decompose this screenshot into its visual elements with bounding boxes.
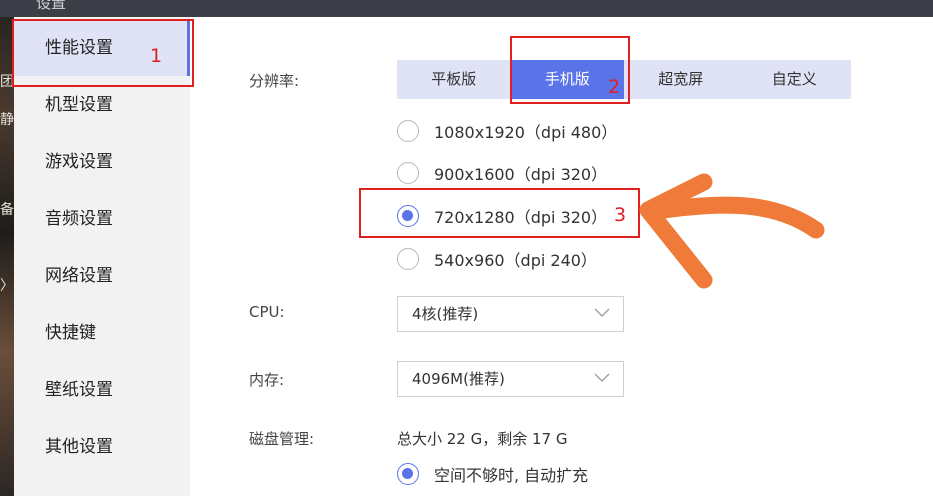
cpu-label: CPU: xyxy=(249,303,285,321)
background-fragment: 团 xyxy=(0,74,14,90)
resolution-tab-group: 平板版 手机版 超宽屏 自定义 xyxy=(397,60,851,99)
resolution-label: 分辨率: xyxy=(249,72,300,90)
radio-button-checked[interactable] xyxy=(397,463,419,485)
resolution-option-720[interactable]: 720x1280（dpi 320） xyxy=(397,203,607,229)
annotation-number-1: 1 xyxy=(150,45,163,67)
cpu-select[interactable]: 4核(推荐) xyxy=(397,296,624,332)
annotation-number-3: 3 xyxy=(614,204,627,226)
resolution-option-1080[interactable]: 1080x1920（dpi 480） xyxy=(397,118,617,144)
memory-select[interactable]: 4096M(推荐) xyxy=(397,361,624,397)
disk-label: 磁盘管理: xyxy=(249,430,315,448)
radio-button[interactable] xyxy=(397,248,419,270)
sidebar-item-shortcuts[interactable]: 快捷键 xyxy=(14,305,190,361)
window-title: 设置 xyxy=(36,0,67,12)
radio-label: 900x1600（dpi 320） xyxy=(434,165,608,184)
radio-button-checked[interactable] xyxy=(397,205,419,227)
tab-ultrawide[interactable]: 超宽屏 xyxy=(624,60,738,99)
tab-tablet[interactable]: 平板版 xyxy=(397,60,511,99)
disk-size-info: 总大小 22 G，剩余 17 G xyxy=(397,430,568,448)
radio-label: 空间不够时, 自动扩充 xyxy=(434,466,589,485)
radio-label: 540x960（dpi 240） xyxy=(434,251,597,270)
sidebar-item-game[interactable]: 游戏设置 xyxy=(14,134,190,190)
cpu-select-value: 4核(推荐) xyxy=(412,305,479,323)
tab-phone[interactable]: 手机版 xyxy=(510,60,624,99)
radio-label: 1080x1920（dpi 480） xyxy=(434,123,618,142)
sidebar-item-device-model[interactable]: 机型设置 xyxy=(14,77,190,133)
background-fragment: 〉 xyxy=(0,278,14,294)
resolution-option-540[interactable]: 540x960（dpi 240） xyxy=(397,246,597,272)
background-game-strip: 团 静 备 〉 xyxy=(0,17,14,496)
background-fragment: 静 xyxy=(0,112,14,128)
sidebar-item-other[interactable]: 其他设置 xyxy=(14,419,190,475)
chevron-down-icon xyxy=(594,308,610,317)
radio-button[interactable] xyxy=(397,162,419,184)
memory-select-value: 4096M(推荐) xyxy=(412,370,505,388)
title-bar: 设置 xyxy=(0,0,933,17)
sidebar-item-audio[interactable]: 音频设置 xyxy=(14,191,190,247)
settings-sidebar: 性能设置 机型设置 游戏设置 音频设置 网络设置 快捷键 壁纸设置 其他设置 xyxy=(14,17,190,496)
sidebar-item-wallpaper[interactable]: 壁纸设置 xyxy=(14,362,190,418)
chevron-down-icon xyxy=(594,373,610,382)
radio-button[interactable] xyxy=(397,120,419,142)
resolution-option-900[interactable]: 900x1600（dpi 320） xyxy=(397,160,607,186)
annotation-arrow-icon xyxy=(639,173,825,289)
memory-label: 内存: xyxy=(249,371,285,389)
annotation-number-2: 2 xyxy=(608,76,621,98)
disk-auto-expand-option[interactable]: 空间不够时, 自动扩充 xyxy=(397,461,588,487)
background-fragment: 备 xyxy=(0,202,14,218)
sidebar-item-performance[interactable]: 性能设置 xyxy=(14,20,190,76)
radio-label: 720x1280（dpi 320） xyxy=(434,208,608,227)
sidebar-item-network[interactable]: 网络设置 xyxy=(14,248,190,304)
tab-custom[interactable]: 自定义 xyxy=(738,60,852,99)
